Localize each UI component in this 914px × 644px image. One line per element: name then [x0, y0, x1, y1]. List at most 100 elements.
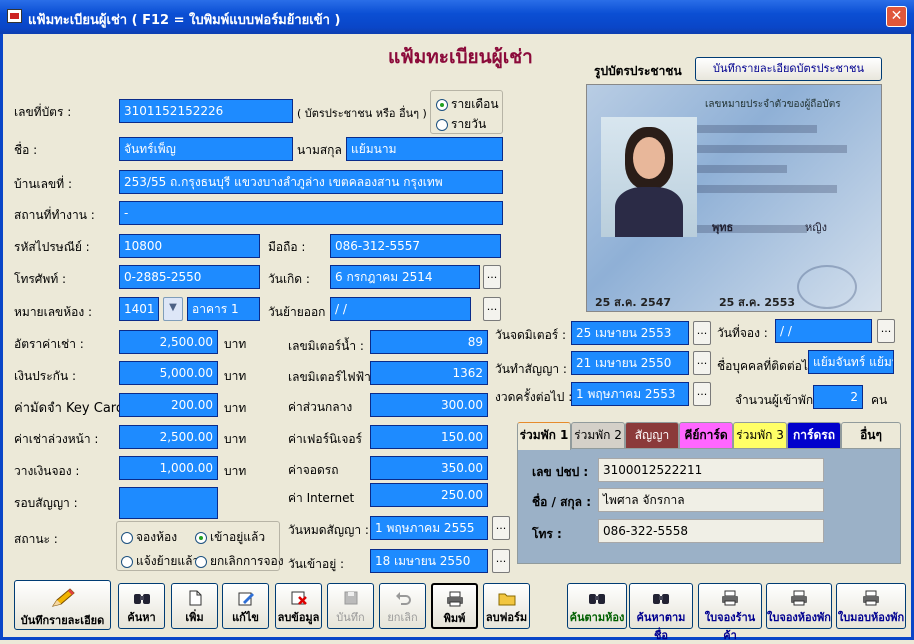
tab-contract[interactable]: สัญญา — [625, 422, 679, 448]
binoculars-icon — [653, 594, 669, 604]
water-field[interactable]: 89 — [370, 330, 488, 354]
status-notified-radio[interactable]: แจ้งย้ายแล้ว — [121, 552, 199, 571]
furniture-field[interactable]: 150.00 — [370, 425, 488, 449]
record-button[interactable]: บันทึก — [327, 583, 374, 629]
surname-field[interactable]: แย้มนาม — [346, 137, 503, 161]
tab-others[interactable]: อื่นๆ — [841, 422, 901, 448]
birthday-picker-button[interactable]: ... — [483, 265, 501, 289]
occupants-field[interactable]: 2 — [813, 385, 863, 409]
advance-field[interactable]: 2,500.00 — [119, 425, 218, 449]
keycard-unit: บาท — [224, 401, 247, 415]
rent-label: อัตราค่าเช่า : — [14, 337, 84, 351]
name-field[interactable]: จันทร์เพ็ญ — [119, 137, 293, 161]
deposit-field[interactable]: 5,000.00 — [119, 361, 218, 385]
contact-label: ชื่อบุคคลที่ติดต่อได้ — [717, 359, 816, 373]
card-no-field[interactable]: 3101152152226 — [119, 99, 293, 123]
parking-field[interactable]: 350.00 — [370, 456, 488, 480]
tab-keycard[interactable]: คีย์การ์ด — [679, 422, 733, 448]
rent-unit: บาท — [224, 337, 247, 351]
delete-button[interactable]: ลบข้อมูล — [275, 583, 322, 629]
shop-reservation-form-button[interactable]: ใบจองร้านค้า — [698, 583, 762, 642]
zip-field[interactable]: 10800 — [119, 234, 260, 258]
cancel-button[interactable]: ยกเลิก — [379, 583, 426, 629]
common-field[interactable]: 300.00 — [370, 393, 488, 417]
mobile-field[interactable]: 086-312-5557 — [330, 234, 501, 258]
search-button[interactable]: ค้นหา — [118, 583, 165, 629]
occupants-unit: คน — [871, 393, 888, 407]
binoculars-icon — [589, 594, 605, 604]
close-button[interactable]: ✕ — [886, 6, 907, 27]
delete-form-button[interactable]: ลบฟอร์ม — [483, 583, 530, 629]
movein-picker-button[interactable]: ... — [492, 549, 510, 573]
reserve-date-field[interactable]: / / — [775, 319, 872, 343]
next-bill-label: งวดครั้งต่อไป : — [495, 390, 573, 404]
radio-daily[interactable]: รายวัน — [436, 115, 486, 134]
contract-date-field[interactable]: 21 เมษายน 2550 — [571, 351, 689, 375]
printer-icon — [791, 590, 807, 606]
contract-date-picker-button[interactable]: ... — [693, 351, 711, 375]
add-button[interactable]: เพิ่ม — [171, 583, 218, 629]
meter-date-picker-button[interactable]: ... — [693, 321, 711, 345]
print-button[interactable]: พิมพ์ — [431, 583, 478, 629]
room-dropdown-chevron-icon[interactable]: ▼ — [163, 297, 183, 321]
save-details-button[interactable]: บันทึกรายละเอียด — [14, 580, 111, 630]
internet-label: ค่า Internet — [288, 491, 355, 505]
moveout-field[interactable]: / / — [330, 297, 471, 321]
moveout-picker-button[interactable]: ... — [483, 297, 501, 321]
cotenant-id-field[interactable]: 3100012522211 — [598, 458, 824, 482]
movein-field[interactable]: 18 เมษายน 2550 — [370, 549, 488, 573]
radio-monthly[interactable]: รายเดือน — [436, 95, 499, 114]
card-no-label: เลขที่บัตร : — [14, 105, 72, 119]
contract-round-label: รอบสัญญา : — [14, 496, 78, 510]
phone-label: โทรศัพท์ : — [14, 272, 67, 286]
status-reserve-radio-icon — [121, 531, 133, 544]
cotenant-id-label: เลข ปชป : — [532, 465, 589, 479]
tab-cotenant-3[interactable]: ร่วมพัก 3 — [733, 422, 787, 448]
status-movedin-radio[interactable]: เข้าอยู่แล้ว — [195, 528, 265, 547]
printer-icon — [722, 590, 738, 606]
cotenant-name-field[interactable]: ไพศาล จักรกาล — [598, 488, 824, 512]
tab-cotenant-1[interactable]: ร่วมพัก 1 — [517, 422, 571, 450]
address-label: บ้านเลขที่ : — [14, 177, 72, 191]
building-field[interactable]: อาคาร 1 — [187, 297, 260, 321]
tab-car-card[interactable]: การ์ดรถ — [787, 422, 841, 448]
electric-field[interactable]: 1362 — [370, 361, 488, 385]
room-reservation-form-button[interactable]: ใบจองห้องพัก — [766, 583, 832, 629]
workplace-field[interactable]: - — [119, 201, 503, 225]
reserve-date-label: วันที่จอง : — [717, 326, 768, 340]
next-bill-field[interactable]: 1 พฤษภาคม 2553 — [571, 382, 689, 406]
birthday-field[interactable]: 6 กรกฎาคม 2514 — [330, 265, 480, 289]
status-reserve-radio[interactable]: จองห้อง — [121, 528, 177, 547]
contract-round-field[interactable] — [119, 487, 218, 519]
tab-cotenant-2[interactable]: ร่วมพัก 2 — [571, 422, 625, 448]
deposit-unit: บาท — [224, 369, 247, 383]
phone-field[interactable]: 0-2885-2550 — [119, 265, 260, 289]
edit-document-icon — [238, 592, 254, 606]
internet-field[interactable]: 250.00 — [370, 483, 488, 507]
meter-date-field[interactable]: 25 เมษายน 2553 — [571, 321, 689, 345]
contract-end-field[interactable]: 1 พฤษภาคม 2555 — [370, 516, 488, 540]
contract-end-label: วันหมดสัญญา : — [288, 523, 369, 537]
keycard-field[interactable]: 200.00 — [119, 393, 218, 417]
folder-icon — [498, 593, 515, 606]
next-bill-picker-button[interactable]: ... — [693, 382, 711, 406]
edit-button[interactable]: แก้ไข — [222, 583, 269, 629]
status-label: สถานะ : — [14, 532, 58, 546]
reserve-date-picker-button[interactable]: ... — [877, 319, 895, 343]
card-issue-date: 25 ส.ค. 2547 — [595, 296, 672, 309]
address-field[interactable]: 253/55 ถ.กรุงธนบุรี แขวงบางลำภูล่าง เขตค… — [119, 170, 503, 194]
contact-field[interactable]: แย้มจันทร์ แย้มนาม — [808, 350, 894, 374]
reserve-money-field[interactable]: 1,000.00 — [119, 456, 218, 480]
cotenant-phone-field[interactable]: 086-322-5558 — [598, 519, 824, 543]
search-by-room-button[interactable]: ค้นตามห้อง — [567, 583, 627, 629]
save-idcard-button[interactable]: บันทึกรายละเอียดบัตรประชาชน — [695, 57, 882, 81]
page-title: แฟ้มทะเบียนผู้เช่า — [388, 46, 533, 68]
status-cancel-radio[interactable]: ยกเลิกการจอง — [195, 552, 284, 571]
room-field[interactable]: 1401 — [119, 297, 159, 321]
binoculars-icon — [133, 594, 150, 604]
delete-document-icon — [291, 591, 307, 605]
search-by-name-button[interactable]: ค้นหาตามชื่อ — [629, 583, 693, 642]
rent-field[interactable]: 2,500.00 — [119, 330, 218, 354]
room-handover-form-button[interactable]: ใบมอบห้องพัก — [836, 583, 906, 629]
contract-end-picker-button[interactable]: ... — [492, 516, 510, 540]
